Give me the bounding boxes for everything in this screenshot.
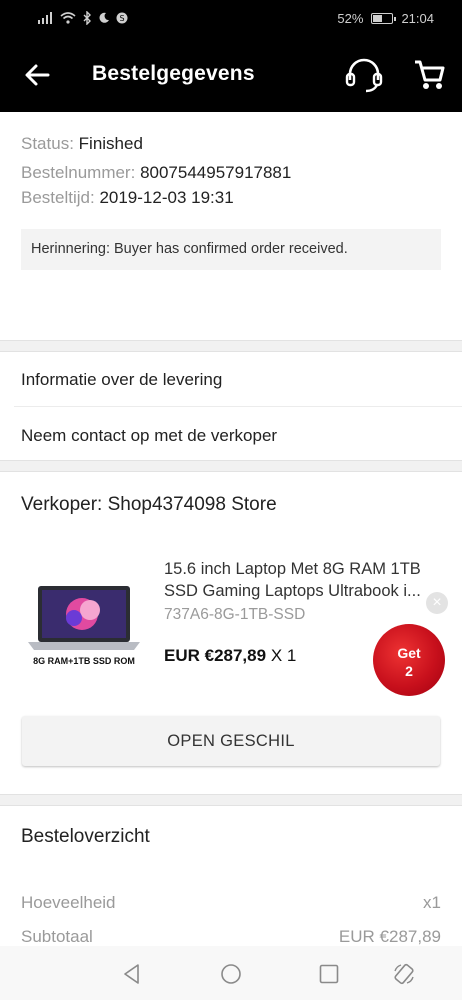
quantity-value: x1 (423, 893, 441, 912)
battery-percentage: 52% (337, 11, 364, 26)
app-notification-icon: S (116, 12, 128, 24)
quantity-label: Hoeveelheid (21, 893, 116, 912)
laptop-image (28, 586, 140, 650)
order-status-value: Finished (78, 134, 143, 153)
order-status-label: Status: (21, 134, 74, 153)
reminder-notice: Herinnering: Buyer has confirmed order r… (21, 229, 441, 270)
close-icon[interactable]: × (426, 592, 448, 614)
svg-text:S: S (119, 14, 124, 23)
subtotal-row: Subtotaal EUR €287,89 (21, 927, 441, 947)
order-time-value: 2019-12-03 19:31 (99, 188, 234, 207)
order-number-row: Bestelnummer: 8007544957917881 (21, 163, 291, 183)
list-divider (14, 406, 462, 407)
order-info-section: Status: Finished Bestelnummer: 800754495… (0, 112, 462, 340)
order-number-value[interactable]: 8007544957917881 (140, 163, 291, 182)
order-number-label: Bestelnummer: (21, 163, 136, 182)
battery-icon (371, 13, 397, 24)
subtotal-value: EUR €287,89 (338, 927, 441, 946)
contact-seller-link[interactable]: Neem contact op met de verkoper (0, 408, 462, 464)
product-image[interactable]: 8G RAM+1TB SSD ROM (24, 580, 144, 674)
open-dispute-button[interactable]: OPEN GESCHIL (22, 716, 440, 766)
seller-name[interactable]: Verkoper: Shop4374098 Store (21, 494, 277, 516)
product-price-row: EUR €287,89 X 1 (164, 646, 296, 666)
product-quantity: X 1 (270, 646, 297, 665)
nav-recents-icon[interactable] (317, 962, 341, 986)
section-divider (0, 794, 462, 806)
nav-home-icon[interactable] (219, 962, 243, 986)
product-sku: 737A6-8G-1TB-SSD (164, 606, 306, 623)
clock: 21:04 (401, 11, 434, 26)
signal-icon (38, 12, 52, 24)
status-icons: S (38, 11, 128, 25)
seller-section: Verkoper: Shop4374098 Store 8G RAM+1TB S… (0, 472, 462, 794)
nav-back-icon[interactable] (120, 962, 144, 986)
section-divider (0, 460, 462, 472)
status-bar: S 52% 21:04 (0, 0, 462, 38)
order-time-row: Besteltijd: 2019-12-03 19:31 (21, 188, 234, 208)
quantity-row: Hoeveelheid x1 (21, 893, 441, 913)
app-header: Bestelgegevens (0, 38, 462, 112)
back-arrow-icon[interactable] (22, 60, 52, 90)
wifi-icon (60, 12, 76, 24)
summary-title: Besteloverzicht (21, 826, 150, 847)
delivery-info-link[interactable]: Informatie over de levering (0, 352, 462, 408)
page-title: Bestelgegevens (92, 62, 255, 85)
product-price: EUR €287,89 (164, 646, 267, 665)
cart-icon[interactable] (412, 58, 446, 92)
system-nav-bar (0, 946, 462, 1000)
rotate-screen-icon[interactable] (392, 962, 416, 986)
product-title[interactable]: 15.6 inch Laptop Met 8G RAM 1TB SSD Gami… (164, 558, 446, 602)
section-divider (0, 340, 462, 352)
order-status-row: Status: Finished (21, 134, 143, 154)
order-time-label: Besteltijd: (21, 188, 95, 207)
promo-line-1: Get (397, 645, 421, 661)
subtotal-label: Subtotaal (21, 927, 93, 946)
bluetooth-icon (83, 11, 91, 25)
product-image-caption: 8G RAM+1TB SSD ROM (33, 656, 135, 666)
headset-icon[interactable] (344, 56, 384, 94)
promo-bubble[interactable]: Get 2 (373, 624, 445, 696)
moon-icon (99, 12, 109, 23)
promo-line-2: 2 (405, 663, 413, 679)
battery-level (373, 15, 383, 22)
